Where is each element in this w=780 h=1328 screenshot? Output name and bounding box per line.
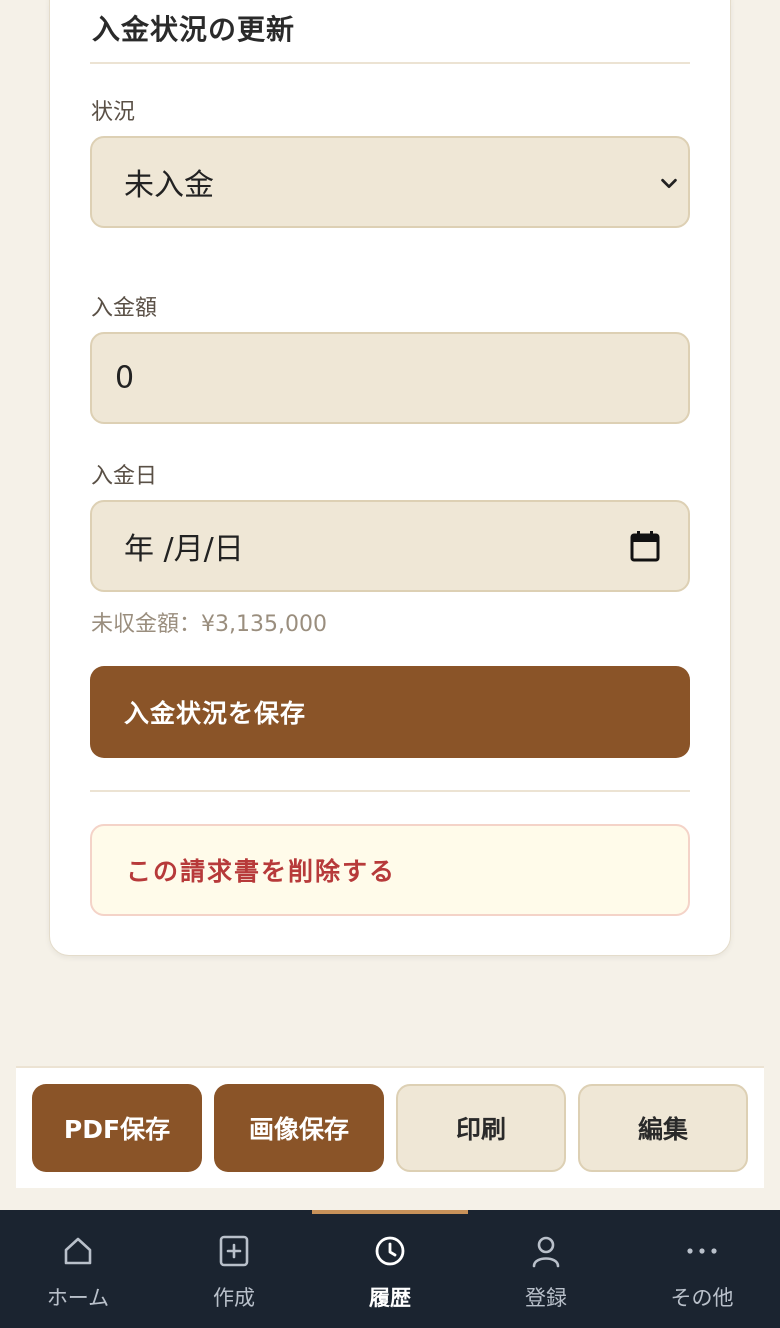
more-icon [687,1248,717,1254]
date-input[interactable]: 年 /月/日 [90,500,690,592]
amount-input[interactable]: 0 [90,332,690,424]
nav-label-history: 履歴 [369,1286,411,1310]
amount-input-value: 0 [115,360,135,396]
nav-label-home: ホーム [46,1286,110,1310]
date-label: 入金日 [91,464,158,489]
save-payment-button[interactable]: 入金状況を保存 [90,666,690,758]
nav-item-create[interactable]: 作成 [156,1210,312,1328]
edit-button[interactable]: 編集 [578,1084,748,1172]
nav-item-other[interactable]: その他 [624,1210,780,1328]
print-button[interactable]: 印刷 [396,1084,566,1172]
status-select-value: 未入金 [124,168,214,203]
section-divider [90,790,690,792]
image-save-button[interactable]: 画像保存 [214,1084,384,1172]
home-icon [64,1237,92,1265]
nav-label-other: その他 [670,1286,734,1310]
unpaid-amount-note: 未収金額：¥3,135,000 [91,612,327,637]
calendar-icon[interactable] [630,530,660,562]
date-input-placeholder: 年 /月/日 [124,532,244,567]
pdf-save-button[interactable]: PDF保存 [32,1084,202,1172]
nav-label-create: 作成 [213,1286,255,1310]
plus-square-icon [219,1235,249,1267]
action-bar: PDF保存 画像保存 印刷 編集 [16,1066,764,1188]
nav-item-home[interactable]: ホーム [0,1210,156,1328]
save-payment-button-label: 入金状況を保存 [124,699,307,728]
section-title: 入金状況の更新 [92,13,296,46]
delete-invoice-button[interactable]: この請求書を削除する [90,824,690,916]
title-divider [90,62,690,64]
status-select[interactable]: 未入金 [90,136,690,228]
status-label: 状況 [91,100,136,125]
user-icon [532,1236,560,1268]
clock-icon [375,1236,405,1266]
delete-invoice-button-label: この請求書を削除する [126,857,397,886]
chevron-down-icon [661,178,677,189]
amount-label: 入金額 [91,296,158,321]
nav-item-history[interactable]: 履歴 [312,1210,468,1328]
nav-item-register[interactable]: 登録 [468,1210,624,1328]
bottom-nav: ホーム 作成 履歴 登録 その他 [0,1210,780,1328]
nav-label-register: 登録 [525,1286,567,1310]
